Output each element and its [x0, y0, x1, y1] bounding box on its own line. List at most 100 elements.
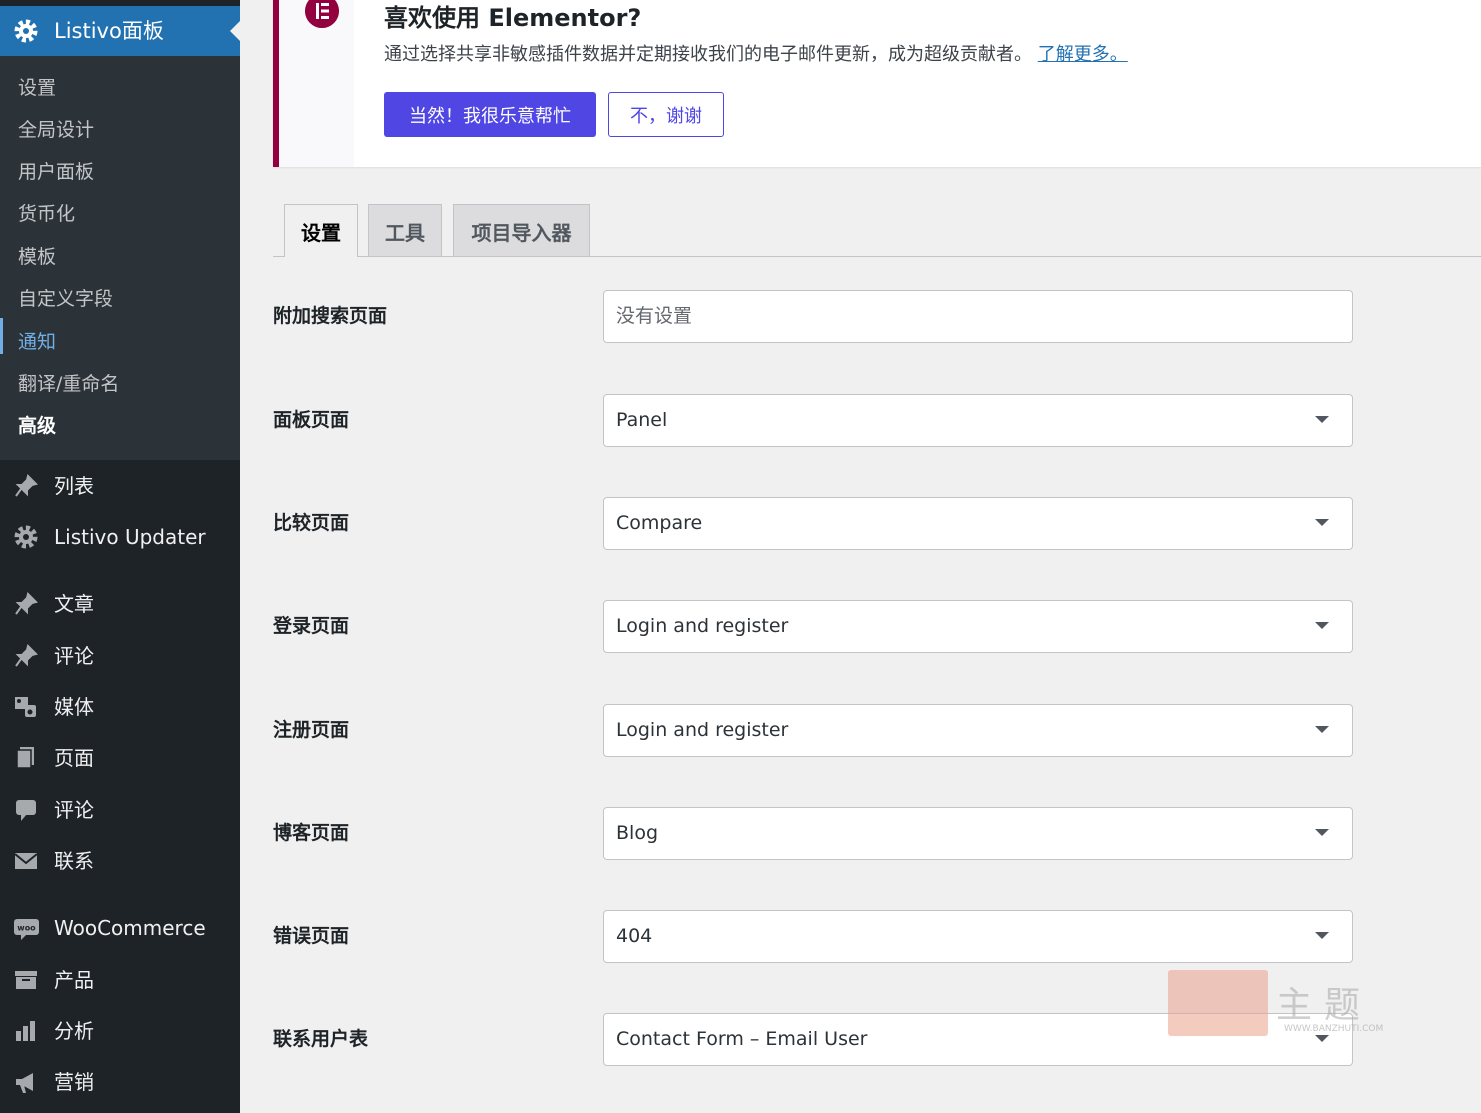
chart-icon: [16, 1021, 35, 1041]
mail-icon: [14, 853, 38, 869]
elementor-logo-icon: [305, 0, 339, 28]
sidebar-item-contact[interactable]: 联系: [0, 841, 240, 881]
field-label: 联系用户表: [273, 1028, 369, 1050]
pin-icon: [15, 474, 38, 497]
chevron-down-icon: [1315, 829, 1329, 836]
page-icon: [16, 747, 34, 769]
watermark-url: WWW.BANZHUTI.COM: [1284, 1024, 1384, 1034]
sidebar-item-label: 联系: [54, 849, 94, 873]
panel-page-select[interactable]: Panel: [603, 394, 1353, 447]
tab-bar: 设置 工具 项目导入器: [273, 204, 1481, 257]
chevron-down-icon: [1315, 726, 1329, 733]
sidebar-item-listivo-updater[interactable]: Listivo Updater: [0, 517, 240, 557]
field-label: 比较页面: [273, 512, 350, 534]
field-value: Blog: [616, 822, 658, 844]
field-label: 注册页面: [273, 719, 350, 741]
sidebar-item-posts[interactable]: 文章: [0, 584, 240, 624]
chevron-down-icon: [1315, 932, 1329, 939]
tab-underline: [273, 256, 1481, 257]
notice-title: 喜欢使用 Elementor?: [384, 4, 642, 32]
decline-button[interactable]: 不，谢谢: [608, 92, 724, 137]
sidebar-item-label: 评论: [54, 798, 94, 822]
tab-settings[interactable]: 设置: [284, 204, 358, 257]
media-icon: [15, 697, 36, 717]
chevron-down-icon: [1315, 416, 1329, 423]
sidebar-item-label: 营销: [54, 1070, 94, 1094]
sidebar-item-marketing[interactable]: 营销: [0, 1062, 240, 1102]
notice-description: 通过选择共享非敏感插件数据并定期接收我们的电子邮件更新，成为超级贡献者。 了解更…: [384, 42, 1128, 68]
sidebar-item-reviews[interactable]: 评论: [0, 636, 240, 676]
notice-description-text: 通过选择共享非敏感插件数据并定期接收我们的电子邮件更新，成为超级贡献者。: [384, 44, 1032, 65]
field-value: 404: [616, 925, 653, 947]
watermark-text: 主题: [1276, 985, 1373, 1026]
field-value: Panel: [616, 409, 668, 431]
field-placeholder: 没有设置: [616, 305, 693, 327]
gear-icon: [14, 19, 38, 43]
login-page-select[interactable]: Login and register: [603, 600, 1353, 653]
sidebar-item-label: 产品: [54, 968, 94, 992]
chevron-down-icon: [1315, 622, 1329, 629]
listivo-panel-menu: Listivo面板 设置 全局设计 用户面板 货币化 模板 自定义字段 通知 翻…: [0, 0, 240, 460]
sidebar-item-label: 列表: [54, 474, 94, 498]
learn-more-link[interactable]: 了解更多。: [1038, 44, 1128, 65]
sidebar-item-label: 评论: [54, 644, 94, 668]
watermark: 主题 WWW.BANZHUTI.COM: [1168, 970, 1398, 1040]
sidebar-item-label: Listivo面板: [54, 19, 164, 43]
elementor-notice: 喜欢使用 Elementor? 通过选择共享非敏感插件数据并定期接收我们的电子邮…: [273, 0, 1481, 167]
submenu-settings[interactable]: 设置: [18, 74, 56, 102]
watermark-seal: [1168, 970, 1268, 1036]
pin-icon: [15, 644, 38, 667]
woo-icon: woo: [14, 919, 39, 940]
submenu-advanced[interactable]: 高级: [18, 412, 56, 440]
blog-page-select[interactable]: Blog: [603, 807, 1353, 860]
tab-tools[interactable]: 工具: [368, 204, 442, 256]
compare-page-select[interactable]: Compare: [603, 497, 1353, 550]
current-arrow: [230, 21, 240, 41]
sidebar-item-analytics[interactable]: 分析: [0, 1011, 240, 1051]
gear-icon: [14, 525, 38, 549]
register-page-select[interactable]: Login and register: [603, 704, 1353, 757]
submenu-monetization[interactable]: 货币化: [18, 200, 75, 228]
sidebar-item-label: 分析: [54, 1019, 94, 1043]
error-page-select[interactable]: 404: [603, 910, 1353, 963]
sidebar-item-label: Listivo Updater: [54, 525, 206, 549]
sidebar-item-label: 媒体: [54, 695, 94, 719]
accept-button[interactable]: 当然！我很乐意帮忙: [384, 92, 596, 137]
submenu-user-panel[interactable]: 用户面板: [18, 158, 94, 186]
sidebar-item-comments[interactable]: 评论: [0, 790, 240, 830]
sidebar-item-pages[interactable]: 页面: [0, 738, 240, 778]
pin-icon: [15, 592, 38, 615]
field-label: 登录页面: [273, 615, 350, 637]
field-value: Login and register: [616, 719, 789, 741]
field-label: 附加搜索页面: [273, 305, 388, 327]
notice-icon-column: [279, 0, 354, 167]
field-value: Contact Form – Email User: [616, 1028, 868, 1050]
megaphone-icon: [16, 1073, 33, 1093]
field-value: Compare: [616, 512, 703, 534]
current-marker: [0, 318, 3, 354]
admin-sidebar: Listivo面板 设置 全局设计 用户面板 货币化 模板 自定义字段 通知 翻…: [0, 0, 240, 1113]
submenu: 设置 全局设计 用户面板 货币化 模板 自定义字段 通知 翻译/重命名 高级: [0, 56, 240, 460]
field-value: Login and register: [616, 615, 789, 637]
sidebar-item-listivo-panel[interactable]: Listivo面板: [0, 6, 240, 56]
field-label: 博客页面: [273, 822, 350, 844]
submenu-templates[interactable]: 模板: [18, 243, 56, 271]
sidebar-item-label: WooCommerce: [54, 916, 206, 940]
comment-icon: [16, 800, 36, 821]
svg-text:woo: woo: [17, 924, 36, 933]
sidebar-item-products[interactable]: 产品: [0, 960, 240, 1000]
sidebar-item-listings[interactable]: 列表: [0, 466, 240, 506]
search-page-input[interactable]: 没有设置: [603, 290, 1353, 343]
sidebar-item-label: 文章: [54, 592, 94, 616]
archive-icon: [15, 971, 37, 989]
field-label: 错误页面: [273, 925, 350, 947]
submenu-global-design[interactable]: 全局设计: [18, 116, 94, 144]
submenu-notifications[interactable]: 通知: [18, 328, 56, 356]
sidebar-item-woocommerce[interactable]: woo WooCommerce: [0, 908, 240, 948]
sidebar-item-media[interactable]: 媒体: [0, 687, 240, 727]
submenu-translate[interactable]: 翻译/重命名: [18, 370, 119, 398]
chevron-down-icon: [1315, 519, 1329, 526]
submenu-custom-fields[interactable]: 自定义字段: [18, 285, 113, 313]
tab-item-importer[interactable]: 项目导入器: [453, 204, 590, 256]
field-label: 面板页面: [273, 409, 350, 431]
